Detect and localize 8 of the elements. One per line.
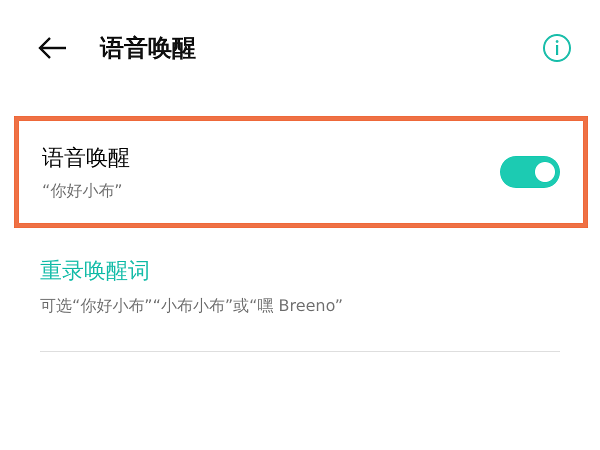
rerecord-link[interactable]: 重录唤醒词 [40,256,560,286]
page-title: 语音唤醒 [100,33,197,64]
back-icon[interactable] [36,36,68,60]
info-icon[interactable] [542,33,572,63]
rerecord-description: 可选“你好小布”“小布小布”或“嘿 Breeno” [40,296,344,317]
setting-title: 语音唤醒 [42,144,131,172]
toggle-switch[interactable] [500,156,560,188]
setting-subtitle: “你好小布” [42,180,124,202]
